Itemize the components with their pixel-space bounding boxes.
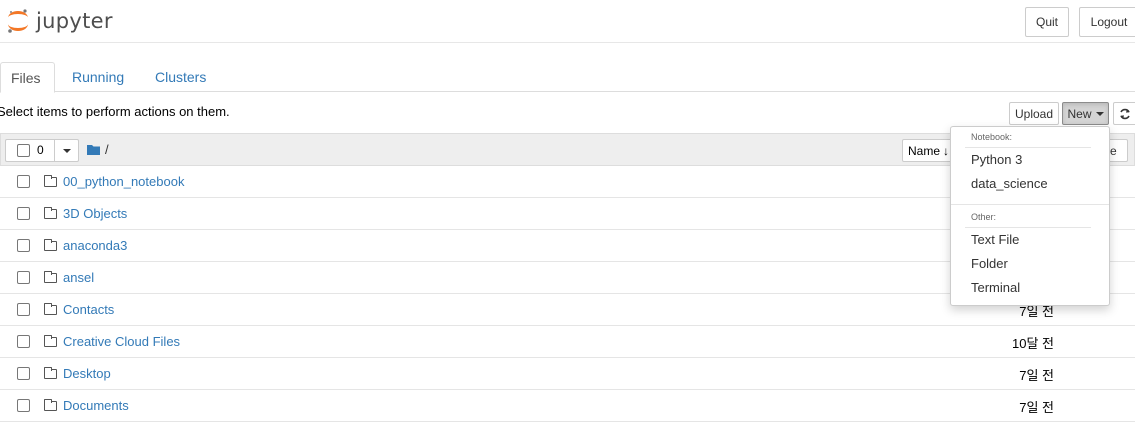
jupyter-logo[interactable]: jupyter: [6, 6, 113, 36]
tab-clusters[interactable]: Clusters: [155, 62, 206, 92]
row-checkbox[interactable]: [17, 207, 30, 220]
file-row[interactable]: Documents 7일 전: [0, 390, 1135, 422]
upload-button[interactable]: Upload: [1009, 102, 1059, 125]
menu-item-folder[interactable]: Folder: [971, 256, 1008, 271]
logout-button[interactable]: Logout: [1079, 7, 1135, 37]
row-checkbox[interactable]: [17, 367, 30, 380]
file-name-link[interactable]: Documents: [63, 398, 129, 413]
folder-icon: [44, 207, 57, 219]
site-header: jupyter Quit Logout: [0, 0, 1135, 43]
divider: [965, 227, 1091, 228]
selected-count: 0: [37, 143, 44, 157]
menu-item-terminal[interactable]: Terminal: [971, 280, 1020, 295]
row-checkbox[interactable]: [17, 239, 30, 252]
menu-item-python3[interactable]: Python 3: [971, 152, 1022, 167]
row-checkbox[interactable]: [17, 271, 30, 284]
folder-icon: [44, 271, 57, 283]
select-all-checkbox[interactable]: [17, 144, 30, 157]
menu-separator: [951, 204, 1109, 205]
file-row[interactable]: Desktop 7일 전: [0, 358, 1135, 390]
new-dropdown-menu: Notebook: Python 3 data_science Other: T…: [950, 126, 1110, 306]
folder-icon: [44, 335, 57, 347]
file-name-link[interactable]: 00_python_notebook: [63, 174, 184, 189]
breadcrumb: /: [87, 142, 109, 157]
refresh-icon: [1120, 108, 1130, 119]
tab-bar: Files Running Clusters: [0, 62, 1135, 93]
file-name-link[interactable]: Contacts: [63, 302, 114, 317]
folder-icon: [44, 399, 57, 411]
modified-time: 7일 전: [1019, 400, 1054, 415]
other-section-header: Other:: [971, 212, 997, 222]
modified-time: 7일 전: [1019, 368, 1054, 383]
file-name-link[interactable]: anaconda3: [63, 238, 127, 253]
folder-icon[interactable]: [87, 144, 100, 155]
logo-text: jupyter: [36, 9, 113, 33]
caret-down-icon: [1095, 111, 1104, 116]
breadcrumb-root[interactable]: /: [105, 142, 109, 157]
select-menu-button[interactable]: [55, 140, 79, 161]
select-all-control: 0: [5, 139, 79, 162]
modified-time: 10달 전: [1012, 336, 1054, 351]
row-checkbox[interactable]: [17, 175, 30, 188]
tab-running[interactable]: Running: [72, 62, 124, 92]
sort-label: Name: [908, 143, 941, 158]
file-name-link[interactable]: ansel: [63, 270, 94, 285]
folder-icon: [44, 367, 57, 379]
row-checkbox[interactable]: [17, 335, 30, 348]
quit-button[interactable]: Quit: [1025, 7, 1069, 37]
menu-item-text-file[interactable]: Text File: [971, 232, 1019, 247]
tab-files[interactable]: Files: [0, 62, 55, 93]
selection-hint: Select items to perform actions on them.: [0, 104, 230, 119]
folder-icon: [44, 303, 57, 315]
file-name-link[interactable]: 3D Objects: [63, 206, 127, 221]
folder-icon: [44, 175, 57, 187]
notebook-section-header: Notebook:: [971, 132, 1013, 142]
file-row[interactable]: Creative Cloud Files 10달 전: [0, 326, 1135, 358]
row-checkbox[interactable]: [17, 303, 30, 316]
new-button[interactable]: New: [1062, 102, 1109, 125]
arrow-down-icon: ↓: [943, 143, 950, 158]
jupyter-logo-icon: [6, 7, 30, 35]
new-button-label: New: [1067, 106, 1092, 121]
row-checkbox[interactable]: [17, 399, 30, 412]
file-name-link[interactable]: Desktop: [63, 366, 111, 381]
menu-item-data-science[interactable]: data_science: [971, 176, 1048, 191]
folder-icon: [44, 239, 57, 251]
refresh-button[interactable]: [1113, 102, 1135, 125]
file-name-link[interactable]: Creative Cloud Files: [63, 334, 180, 349]
divider: [965, 147, 1091, 148]
caret-down-icon: [63, 148, 71, 153]
